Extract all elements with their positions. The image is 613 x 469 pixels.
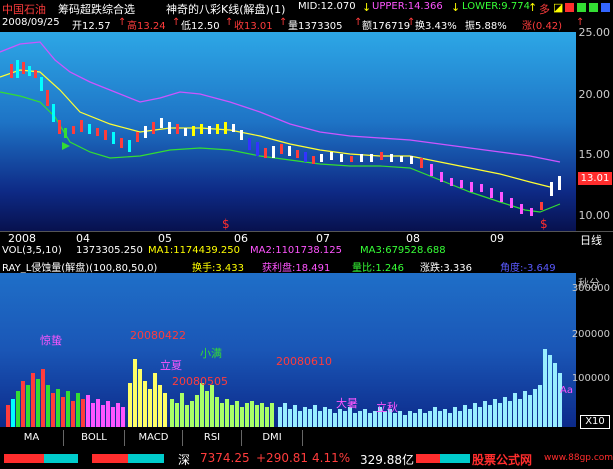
date-label: 06 [234,232,248,245]
blue-square-icon [601,3,610,12]
date-label: 05 [158,232,172,245]
ray-huolipan: 获利盘:18.491 [262,263,331,274]
tab-dmi[interactable]: DMI [242,430,303,446]
vol-info-bar: VOL(3,5,10) 1373305.250 MA1:1174439.250 … [0,245,613,259]
ohlc-amount: 额176719 [362,21,411,32]
title-bar: 中国石油 筹码超跌综合选 神奇的八彩K线(解盘)(1) MID:12.070 ↓… [0,0,613,16]
duo-icon: ◪ [553,1,564,14]
ind-tick: 100000 [571,373,610,384]
price-axis: 25.00 20.00 15.00 10.00 13.01 [576,26,613,231]
status-red-bar-icon-3 [416,454,440,463]
ohlc-close: 收13.01 [234,21,273,32]
status-cyan-bar-icon [44,454,78,463]
green-square-icon [577,3,586,12]
ray-name: RAY_L侵蚀量(解盘)(100,80,50,0) [2,263,158,274]
date-label: 07 [316,232,330,245]
price-tick: 10.00 [578,209,611,222]
duo-label: 多 [539,3,550,16]
ohlc-date: 2008/09/25 [2,17,60,28]
site-url[interactable]: www.88gp.com [544,453,613,463]
vol-ma1: MA1:1174439.250 [148,245,241,256]
ohlc-volume: 量1373305 [288,21,343,32]
date-axis: 2008 04 05 06 07 08 09 日线 [0,231,613,247]
ohlc-bar: 2008/09/25 开12.57 ↑ 高13.24 ↑ 低12.50 ↑ 收1… [0,16,613,32]
tab-rsi[interactable]: RSI [183,430,242,446]
date-label: 04 [76,232,90,245]
kline-chart[interactable]: $ $ [0,32,576,231]
ind-label-small-a: Aa [560,385,573,396]
ray-jiaodu: 角度:-3.649 [500,263,556,274]
indicator-subtitle: 神奇的八彩K线(解盘)(1) [166,3,286,16]
tab-ma[interactable]: MA [0,430,64,446]
mid-value: MID:12.070 [298,1,356,12]
red-square-icon [565,3,574,12]
tab-macd[interactable]: MACD [125,430,183,446]
ohlc-open-arrow-icon: ↑ [118,17,127,28]
ohlc-low-arrow-icon: ↑ [225,17,234,28]
index-amount: 329.88亿 [360,453,414,467]
ohlc-low: 低12.50 [181,21,220,32]
buy-arrow-icon [62,142,70,150]
green-square-icon-2 [589,3,598,12]
status-cyan-bar-icon-2 [128,454,164,463]
ohlc-turnover: 换3.43% [415,21,457,32]
mid-arrow-icon: ↓ [362,1,372,14]
indicator-axis: 秋分 300000 200000 100000 X10 [572,273,613,429]
sell-signal-icon-2: $ [540,217,548,231]
status-red-bar-icon [4,454,44,463]
ray-liangbi: 量比:1.246 [352,263,404,274]
ind-label-liqiu: 立秋 [376,401,398,414]
ohlc-high-arrow-icon: ↑ [172,17,181,28]
date-label: 2008 [8,232,36,245]
ind-label-dashu: 大暑 [336,397,358,410]
date-label: 09 [490,232,504,245]
lower-value: LOWER:9.774 [462,1,530,12]
ind-label-lixia: 立夏 [160,359,182,372]
ind-label-20080610: 20080610 [276,355,332,368]
price-tick: 20.00 [578,88,611,101]
market-label: 深 [178,453,191,467]
status-cyan-bar-icon-3 [440,454,470,463]
ohlc-change: 涨(0.42) [522,21,563,32]
ind-label-20080422: 20080422 [130,329,186,342]
indicator-tabs: MA BOLL MACD RSI DMI [0,430,613,446]
ind-label-xiaoman: 小满 [200,347,222,360]
vol-ma2: MA2:1101738.125 [250,245,343,256]
kline-svg: $ $ [0,41,561,231]
ohlc-amplitude: 振5.88% [465,21,507,32]
ohlc-high: 高13.24 [127,21,166,32]
upper-arrow-icon: ↓ [451,1,461,14]
current-price-tag: 13.01 [578,172,612,185]
status-red-bar-icon-2 [92,454,128,463]
sell-signal-icon: $ [222,217,230,231]
status-bar: 深 7374.25 +290.81 4.11% 329.88亿 股票公式网 ww… [0,449,613,469]
ohlc-open: 开12.57 [72,21,111,32]
vol-ma3: MA3:679528.688 [360,245,446,256]
ind-label-jingzhe: 惊蛰 [40,334,62,347]
vol-name: VOL(3,5,10) [2,245,62,256]
index-value: 7374.25 [200,451,250,465]
price-tick: 25.00 [578,26,611,39]
ind-label-20080505: 20080505 [172,375,228,388]
ind-tick: 200000 [571,329,610,340]
ind-tick: 300000 [571,283,610,294]
ray-huanshou: 换手:3.433 [192,263,244,274]
ray-zhangdie: 涨跌:3.336 [420,263,472,274]
site-name[interactable]: 股票公式网 [472,451,532,468]
upper-value: UPPER:14.366 [372,1,443,12]
stock-name[interactable]: 中国石油 [2,1,46,17]
ray-info-bar: RAY_L侵蚀量(解盘)(100,80,50,0) 换手:3.433 获利盘:1… [0,259,613,274]
date-label: 08 [406,232,420,245]
indicator-chart[interactable]: Aa 惊蛰 20080422 立夏 小满 20080505 20080610 大… [0,273,576,427]
lower-arrow-icon: ↑ [528,1,538,14]
scale-label[interactable]: X10 [580,415,610,429]
tab-boll[interactable]: BOLL [64,430,125,446]
indicator-name[interactable]: 筹码超跌综合选 [58,1,135,17]
indicator-svg: Aa [6,349,573,427]
ohlc-close-arrow-icon: ↑ [279,17,288,28]
vol-value: 1373305.250 [76,245,143,256]
price-tick: 15.00 [578,148,611,161]
index-change: +290.81 [256,451,309,465]
index-pct: 4.11% [312,451,351,465]
